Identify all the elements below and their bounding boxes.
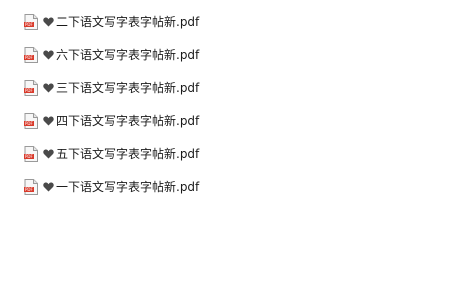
heart-icon (43, 17, 54, 27)
file-list: PDF 二下语文写字表字帖新.pdf PDF 六下语文写字表字帖新.pdf PD… (24, 5, 284, 203)
file-name: 六下语文写字表字帖新.pdf (56, 47, 200, 62)
file-name: 三下语文写字表字帖新.pdf (56, 80, 200, 95)
pdf-file-icon: PDF (24, 112, 38, 129)
file-name: 二下语文写字表字帖新.pdf (56, 14, 200, 29)
file-item[interactable]: PDF 四下语文写字表字帖新.pdf (24, 104, 284, 137)
file-item[interactable]: PDF 六下语文写字表字帖新.pdf (24, 38, 284, 71)
svg-text:PDF: PDF (25, 121, 33, 126)
heart-icon (43, 116, 54, 126)
svg-text:PDF: PDF (25, 88, 33, 93)
file-name: 五下语文写字表字帖新.pdf (56, 146, 200, 161)
file-item[interactable]: PDF 一下语文写字表字帖新.pdf (24, 170, 284, 203)
heart-icon (43, 50, 54, 60)
file-item[interactable]: PDF 二下语文写字表字帖新.pdf (24, 5, 284, 38)
file-item[interactable]: PDF 五下语文写字表字帖新.pdf (24, 137, 284, 170)
svg-text:PDF: PDF (25, 55, 33, 60)
file-item[interactable]: PDF 三下语文写字表字帖新.pdf (24, 71, 284, 104)
svg-text:PDF: PDF (25, 187, 33, 192)
file-name: 一下语文写字表字帖新.pdf (56, 179, 200, 194)
heart-icon (43, 149, 54, 159)
pdf-file-icon: PDF (24, 145, 38, 162)
pdf-file-icon: PDF (24, 79, 38, 96)
file-name: 四下语文写字表字帖新.pdf (56, 113, 200, 128)
heart-icon (43, 182, 54, 192)
pdf-file-icon: PDF (24, 178, 38, 195)
svg-text:PDF: PDF (25, 154, 33, 159)
heart-icon (43, 83, 54, 93)
pdf-file-icon: PDF (24, 46, 38, 63)
pdf-file-icon: PDF (24, 13, 38, 30)
svg-text:PDF: PDF (25, 22, 33, 27)
